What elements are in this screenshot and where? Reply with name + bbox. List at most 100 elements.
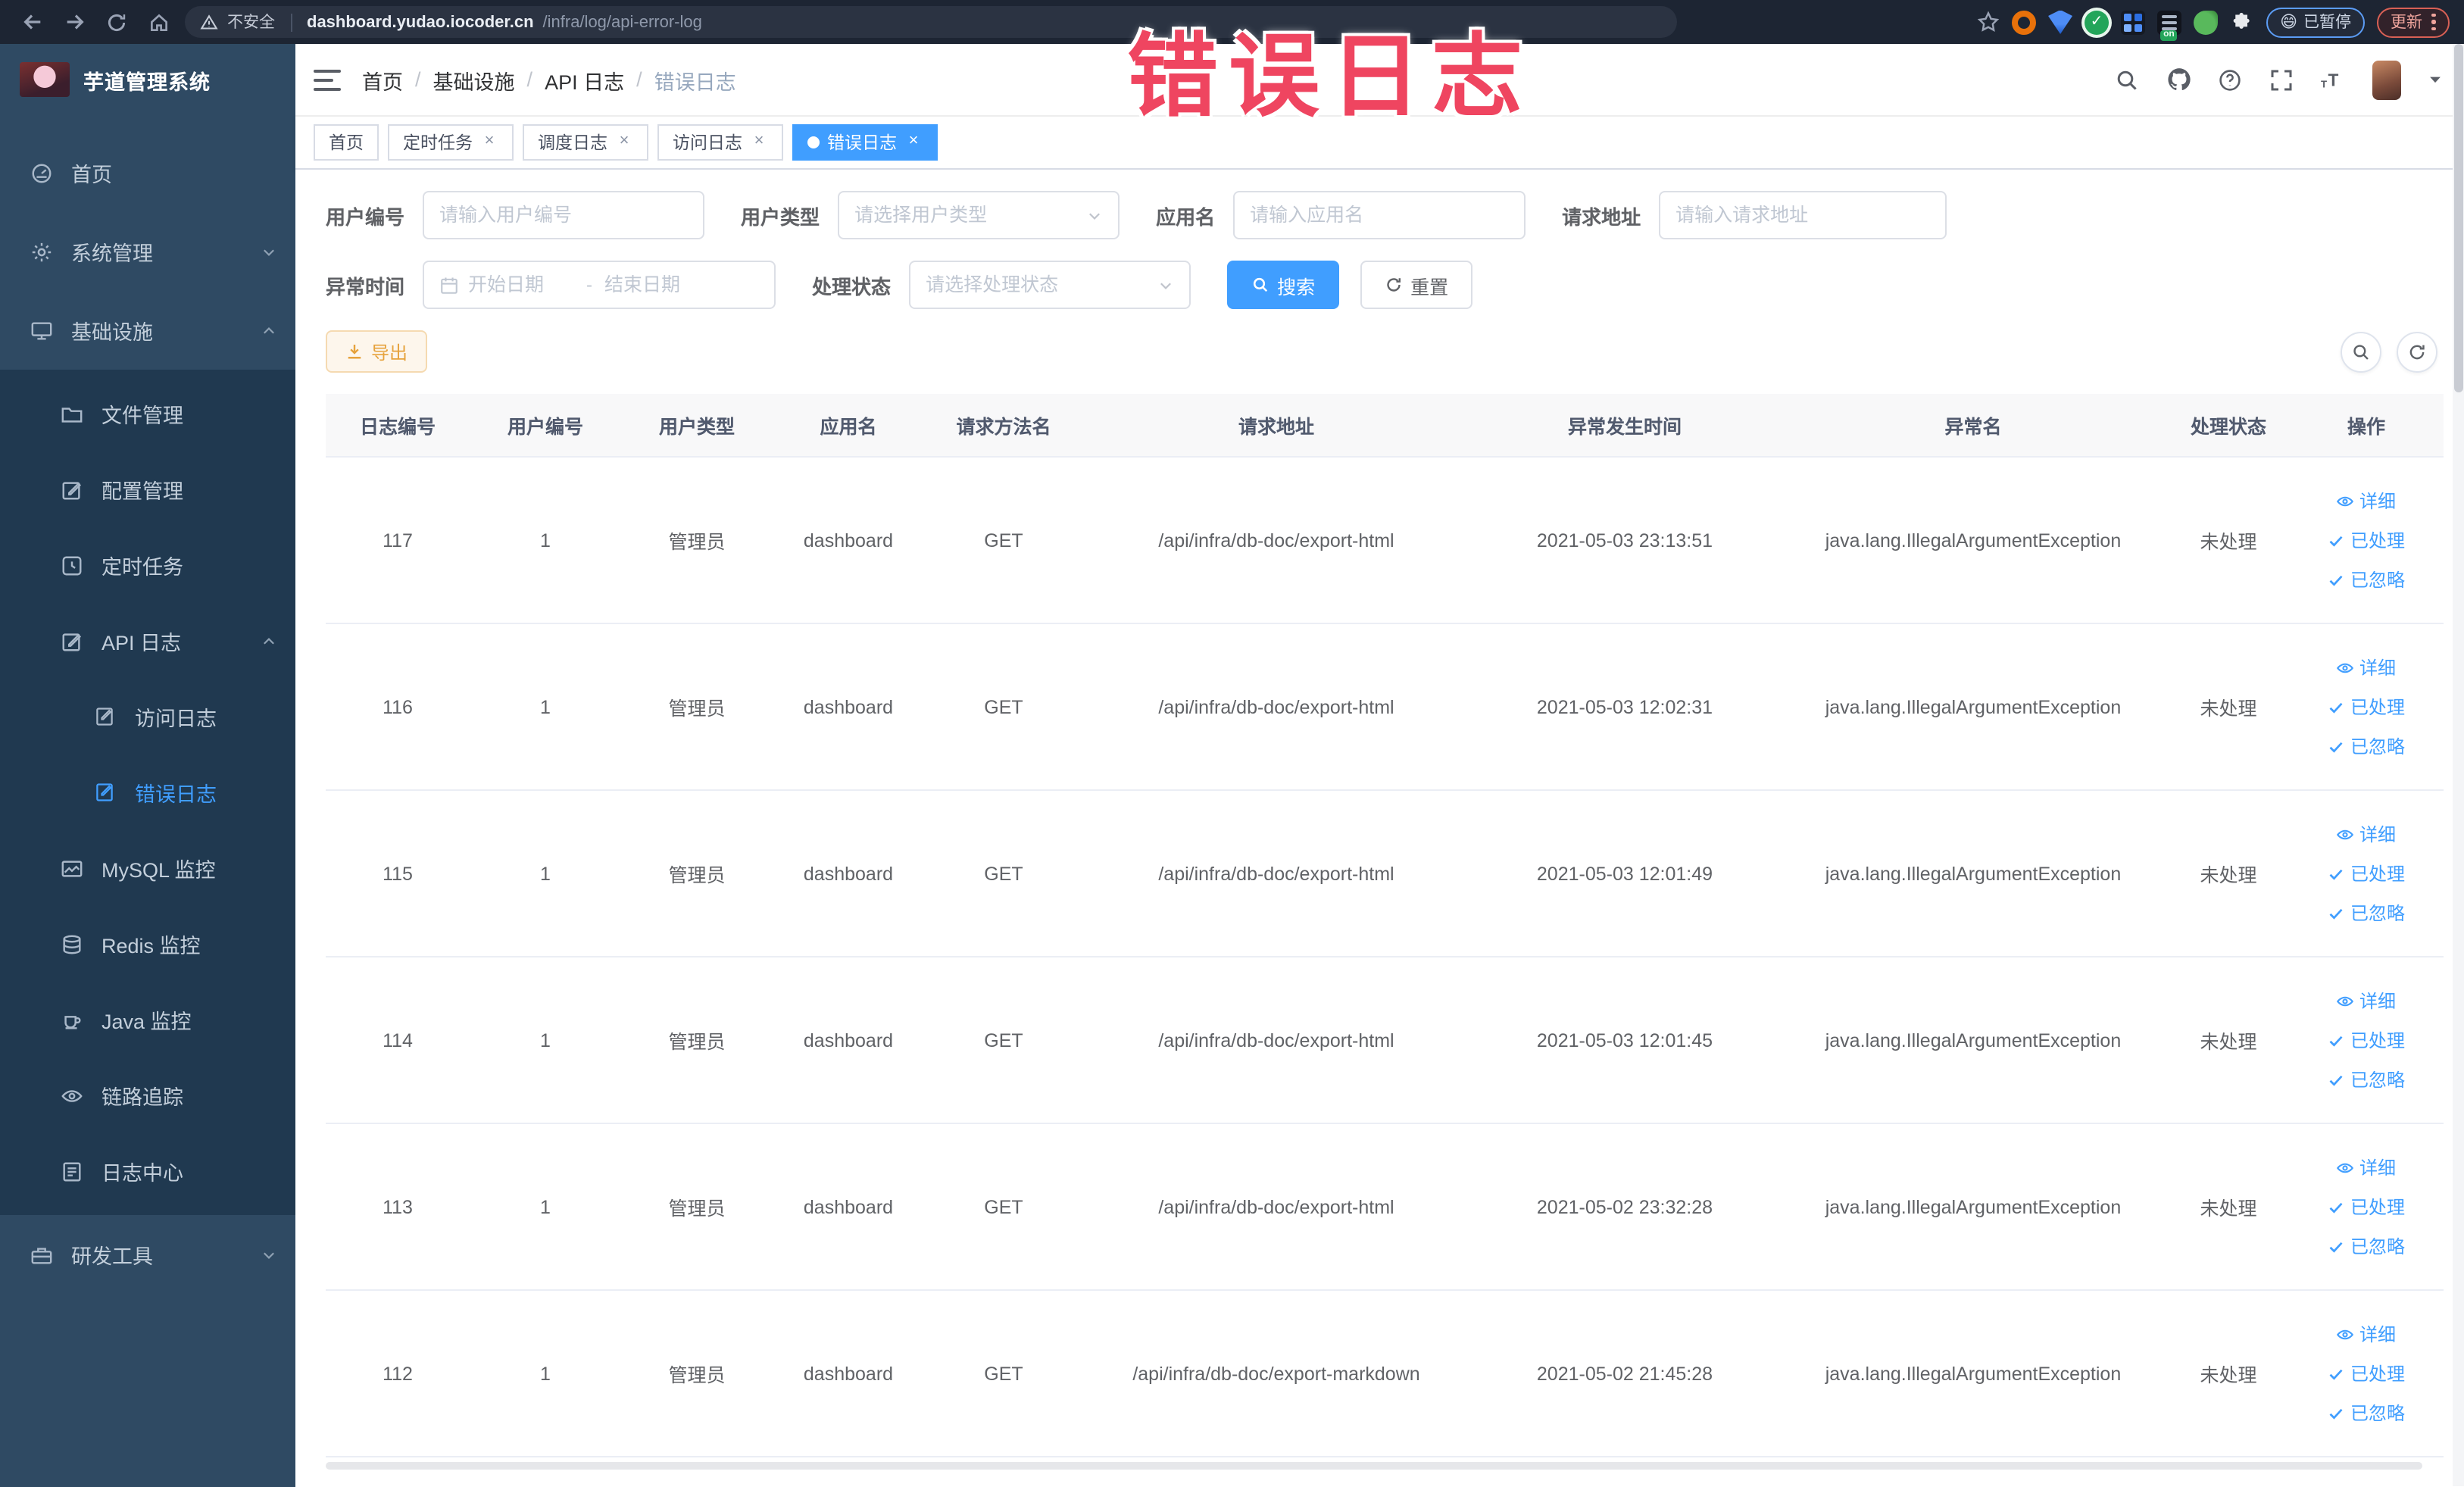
extension-tampermonkey-icon[interactable]: on [2157,10,2182,40]
row-action-check-link[interactable]: 已处理 [2328,1027,2405,1053]
user-type-select-input[interactable] [854,205,1078,226]
user-id-input[interactable] [439,205,689,226]
tag-close-icon[interactable]: × [904,133,923,152]
bookmark-star-icon[interactable] [1975,10,2000,34]
sidebar-item-11[interactable]: Java 监控 [0,982,295,1057]
refresh-table-button[interactable] [2396,331,2437,372]
tag-label: 首页 [329,135,364,153]
vertical-scrollbar-thumb[interactable] [2453,44,2462,392]
sidebar-item-4[interactable]: 配置管理 [0,451,295,527]
row-action-eye-link[interactable]: 详细 [2337,821,2396,847]
row-action-check-link[interactable]: 已忽略 [2328,567,2405,592]
sidebar-item-8-active[interactable]: 错误日志 [0,754,295,830]
help-icon[interactable] [2217,67,2243,92]
row-action-check-link[interactable]: 已忽略 [2328,1233,2405,1259]
cell-exception: java.lang.IllegalArgumentException [1825,1196,2122,1217]
sidebar-item-0[interactable]: 首页 [0,133,295,212]
sidebar-item-13[interactable]: 日志中心 [0,1133,295,1209]
extensions-puzzle-icon[interactable] [2230,10,2254,34]
extension-grid-icon[interactable] [2121,10,2146,34]
process-status-select-input[interactable] [926,274,1149,295]
browser-reload-icon[interactable] [100,5,133,39]
sidebar-item-2[interactable]: 基础设施 [0,291,295,370]
tag-close-icon[interactable]: × [480,133,498,152]
extension-green-check-icon[interactable] [2085,10,2110,34]
export-button[interactable]: 导出 [326,330,428,373]
horizontal-scrollbar[interactable] [326,1462,2422,1470]
date-range-picker[interactable]: - [423,261,776,309]
reset-button[interactable]: 重置 [1360,261,1473,309]
vertical-scrollbar[interactable] [2452,44,2464,1486]
cell-userId: 1 [540,696,551,717]
update-button[interactable]: 更新 [2377,7,2449,37]
row-action-check-link[interactable]: 已忽略 [2328,1400,2405,1426]
user-avatar[interactable] [2372,60,2400,99]
sidebar-item-1[interactable]: 系统管理 [0,212,295,291]
row-action-check-link[interactable]: 已忽略 [2328,733,2405,759]
tag-4-active[interactable]: 错误日志 × [792,124,938,161]
sidebar-item-10[interactable]: Redis 监控 [0,906,295,982]
sidebar-logo[interactable]: 芋道管理系统 [0,44,295,115]
tag-1[interactable]: 定时任务 × [388,124,514,161]
breadcrumb-api-log[interactable]: API 日志 [545,64,624,95]
search-button[interactable]: 搜索 [1227,261,1340,309]
row-action-check-link[interactable]: 已忽略 [2328,900,2405,926]
process-status-select[interactable] [909,261,1191,309]
paused-badge[interactable]: 😄 已暂停 [2266,7,2365,37]
sidebar-collapse-icon[interactable] [314,69,341,90]
sidebar-item-7[interactable]: 访问日志 [0,679,295,754]
cell-id: 115 [383,863,413,884]
browser-forward-icon[interactable] [58,5,91,39]
sidebar-item-14[interactable]: 研发工具 [0,1215,295,1294]
row-action-eye-link[interactable]: 详细 [2337,1321,2396,1347]
sidebar-item-12[interactable]: 链路追踪 [0,1057,295,1133]
action-label: 已处理 [2350,530,2405,551]
row-action-check-link[interactable]: 已处理 [2328,1194,2405,1220]
end-date-input[interactable] [604,274,711,295]
user-menu-caret-icon[interactable] [2426,71,2443,88]
row-action-eye-link[interactable]: 详细 [2337,1154,2396,1180]
row-action-check-link[interactable]: 已忽略 [2328,1067,2405,1092]
user-type-select[interactable] [838,191,1120,239]
sidebar-item-9[interactable]: MySQL 监控 [0,830,295,906]
header-search-icon[interactable] [2114,67,2140,92]
tag-3[interactable]: 访问日志 × [657,124,783,161]
monitor-icon [30,319,53,342]
breadcrumb-infra[interactable]: 基础设施 [433,64,515,95]
url-domain[interactable]: dashboard.yudao.iocoder.cn [307,13,534,31]
browser-home-icon[interactable] [142,5,176,39]
cell-exception: java.lang.IllegalArgumentException [1825,1363,2122,1384]
extension-orange-ring-icon[interactable] [2012,10,2037,34]
filter-user-id-label: 用户编号 [326,205,405,228]
browser-menu-kebab-icon[interactable] [2431,13,2435,31]
tag-2[interactable]: 调度日志 × [523,124,648,161]
row-action-eye-link[interactable]: 详细 [2337,488,2396,514]
security-warning-icon[interactable] [200,13,218,31]
row-action-eye-link[interactable]: 详细 [2337,988,2396,1014]
sidebar-item-3[interactable]: 文件管理 [0,376,295,451]
row-action-check-link[interactable]: 已处理 [2328,861,2405,886]
app-name-input[interactable] [1250,205,1510,226]
breadcrumb-home[interactable]: 首页 [362,64,403,95]
font-size-icon[interactable]: TT [2320,67,2346,92]
extension-green-leaf-icon[interactable] [2194,10,2219,34]
tag-close-icon[interactable]: × [615,133,633,152]
fullscreen-icon[interactable] [2269,67,2294,92]
sidebar-item-5[interactable]: 定时任务 [0,527,295,603]
row-action-check-link[interactable]: 已处理 [2328,527,2405,553]
row-action-eye-link[interactable]: 详细 [2337,654,2396,680]
tag-close-icon[interactable]: × [750,133,768,152]
extension-blue-shield-icon[interactable] [2048,10,2073,34]
tag-0[interactable]: 首页 [314,124,379,161]
request-url-input[interactable] [1675,205,1931,226]
start-date-input[interactable] [468,274,575,295]
cell-method: GET [984,863,1023,884]
toggle-search-button[interactable] [2340,331,2381,372]
security-label[interactable]: 不安全 [227,11,275,33]
url-path[interactable]: /infra/log/api-error-log [543,13,702,31]
sidebar-item-6[interactable]: API 日志 [0,603,295,679]
github-icon[interactable] [2166,67,2191,92]
browser-back-icon[interactable] [15,5,48,39]
row-action-check-link[interactable]: 已处理 [2328,694,2405,720]
row-action-check-link[interactable]: 已处理 [2328,1360,2405,1386]
